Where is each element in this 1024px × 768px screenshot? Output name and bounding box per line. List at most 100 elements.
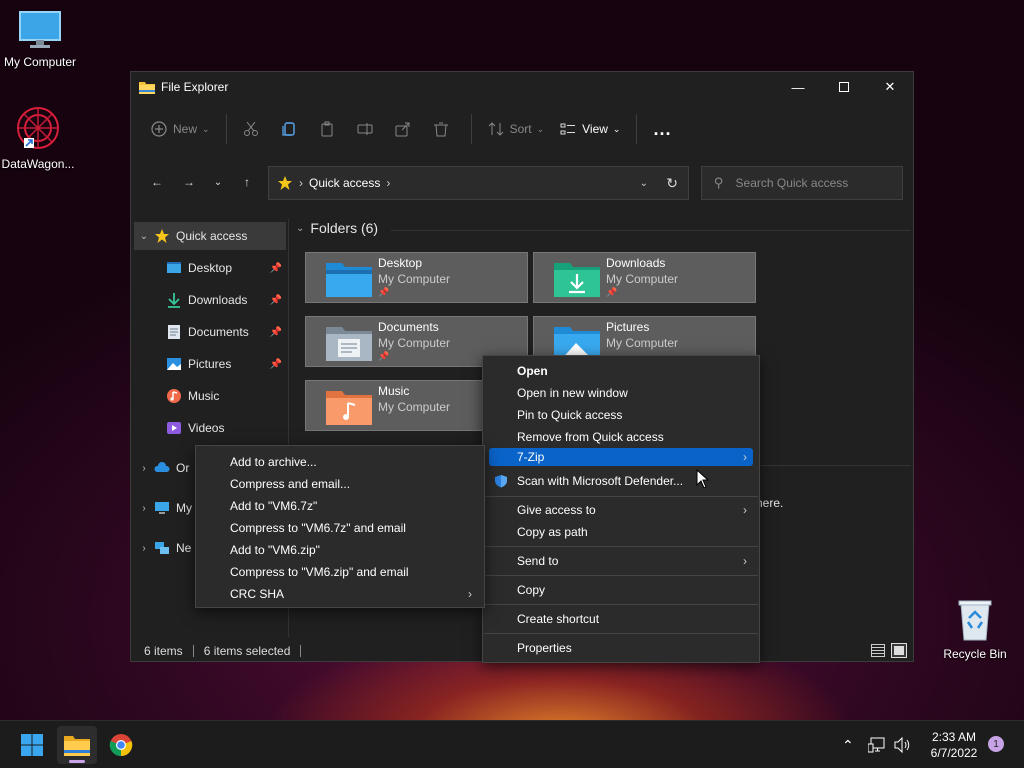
menu-item-label: Remove from Quick access xyxy=(517,429,664,444)
maximize-button[interactable] xyxy=(821,72,867,102)
menu-item-properties[interactable]: Properties xyxy=(489,637,753,658)
sidebar-item-desktop[interactable]: Desktop 📌 xyxy=(134,254,286,282)
folder-name: Pictures xyxy=(606,320,650,334)
new-button[interactable]: New ⌄ xyxy=(143,113,218,145)
arrow-up-icon: ↑ xyxy=(244,175,250,189)
menu-item-pin-quick-access[interactable]: Pin to Quick access xyxy=(489,404,753,425)
sidebar-item-label: Downloads xyxy=(188,293,248,307)
star-icon xyxy=(155,229,169,243)
cut-button[interactable] xyxy=(235,113,273,145)
shield-icon xyxy=(495,474,507,487)
more-options-button[interactable]: ... xyxy=(645,113,679,145)
menu-item-label: Pin to Quick access xyxy=(517,407,623,422)
menu-item-label: Copy xyxy=(517,582,546,597)
tiles-view-button[interactable] xyxy=(891,643,907,658)
menu-item-scan-defender[interactable]: Scan with Microsoft Defender... xyxy=(489,470,753,491)
menu-item-open-new-window[interactable]: Open in new window xyxy=(489,382,753,403)
menu-item-crc-sha[interactable]: CRC SHA › xyxy=(202,583,478,604)
folder-tile-desktop[interactable]: Desktop My Computer 📌 xyxy=(305,252,528,303)
close-button[interactable]: ✕ xyxy=(867,72,913,102)
back-button[interactable]: ← xyxy=(141,166,173,198)
search-box[interactable]: ⚲ xyxy=(701,166,903,200)
network-status-icon[interactable] xyxy=(868,737,886,753)
search-input[interactable] xyxy=(735,176,886,190)
menu-item-compress-7z-email[interactable]: Compress to "VM6.7z" and email xyxy=(202,517,478,538)
clock[interactable]: 2:33 AM 6/7/2022 xyxy=(920,729,988,761)
notification-badge[interactable]: 1 xyxy=(988,736,1004,752)
address-dropdown-button[interactable]: ⌄ xyxy=(640,178,648,189)
menu-item-remove-quick-access[interactable]: Remove from Quick access xyxy=(489,426,753,447)
delete-button[interactable] xyxy=(425,113,463,145)
sidebar-item-documents[interactable]: Documents 📌 xyxy=(134,318,286,346)
folder-name: Music xyxy=(378,384,410,398)
view-label: View xyxy=(582,122,608,136)
desktop-icon-my-computer[interactable]: My Computer xyxy=(0,10,80,69)
menu-item-compress-zip-email[interactable]: Compress to "VM6.zip" and email xyxy=(202,561,478,582)
view-button[interactable]: View ⌄ xyxy=(552,113,628,145)
desktop-icon-label: My Computer xyxy=(3,55,77,69)
copy-button[interactable] xyxy=(273,113,311,145)
desktop-icon-label: Recycle Bin xyxy=(943,647,1007,661)
menu-item-give-access[interactable]: Give access to › xyxy=(489,499,753,520)
menu-item-create-shortcut[interactable]: Create shortcut xyxy=(489,608,753,629)
details-view-button[interactable] xyxy=(871,644,885,657)
sidebar-item-videos[interactable]: Videos xyxy=(134,414,286,442)
more-icon: ... xyxy=(653,118,672,139)
sort-button[interactable]: Sort ⌄ xyxy=(480,113,553,145)
refresh-button[interactable]: ↻ xyxy=(666,175,678,192)
sidebar-item-pictures[interactable]: Pictures 📌 xyxy=(134,350,286,378)
clock-date: 6/7/2022 xyxy=(930,746,978,760)
menu-item-open[interactable]: Open xyxy=(489,360,753,381)
taskbar-file-explorer[interactable] xyxy=(57,726,97,764)
folder-location: My Computer xyxy=(606,272,679,286)
chevron-down-icon[interactable]: ⌄ xyxy=(134,231,154,242)
menu-item-label: Compress to "VM6.7z" and email xyxy=(230,520,406,535)
menu-item-send-to[interactable]: Send to › xyxy=(489,550,753,571)
monitor-icon xyxy=(19,11,61,48)
rename-icon xyxy=(357,123,373,135)
menu-item-add-to-7z[interactable]: Add to "VM6.7z" xyxy=(202,495,478,516)
desktop-folder-icon xyxy=(326,263,372,297)
sidebar-item-music[interactable]: Music xyxy=(134,382,286,410)
up-button[interactable]: ↑ xyxy=(231,166,263,198)
desktop-icon-datawagon[interactable]: DataWagon... xyxy=(0,104,78,171)
menu-item-compress-email[interactable]: Compress and email... xyxy=(202,473,478,494)
start-button[interactable] xyxy=(12,726,52,764)
folder-name: Downloads xyxy=(606,256,666,270)
menu-item-copy-as-path[interactable]: Copy as path xyxy=(489,521,753,542)
video-icon xyxy=(167,422,181,434)
download-icon xyxy=(168,293,180,308)
chevron-right-icon[interactable]: › xyxy=(134,543,154,554)
share-button[interactable] xyxy=(387,113,425,145)
copy-icon xyxy=(281,122,295,136)
desktop-icon-recycle-bin[interactable]: Recycle Bin xyxy=(935,598,1015,661)
forward-button[interactable]: → xyxy=(173,166,205,198)
sidebar-item-label: Videos xyxy=(188,421,225,435)
menu-item-7zip[interactable]: 7-Zip › xyxy=(489,448,753,466)
music-icon xyxy=(167,389,181,403)
address-bar[interactable]: › Quick access › ⌄ ↻ xyxy=(268,166,689,200)
title-bar[interactable]: File Explorer — ✕ xyxy=(131,72,913,102)
show-hidden-icons-button[interactable]: ⌃ xyxy=(842,737,854,754)
chevron-right-icon[interactable]: › xyxy=(134,503,154,514)
minimize-button[interactable]: — xyxy=(775,72,821,102)
menu-item-add-to-archive[interactable]: Add to archive... xyxy=(202,451,478,472)
menu-item-copy[interactable]: Copy xyxy=(489,579,753,600)
recent-locations-button[interactable]: ⌄ xyxy=(205,166,231,198)
folder-location: My Computer xyxy=(606,336,679,350)
folders-section-header[interactable]: ⌄ Folders (6) xyxy=(296,220,378,236)
folder-tile-downloads[interactable]: Downloads My Computer 📌 xyxy=(533,252,756,303)
taskbar-chrome[interactable] xyxy=(101,726,141,764)
document-icon xyxy=(168,325,180,339)
rename-button[interactable] xyxy=(349,113,387,145)
maximize-icon xyxy=(839,82,849,92)
breadcrumb-quick-access[interactable]: Quick access xyxy=(309,176,380,190)
sidebar-item-downloads[interactable]: Downloads 📌 xyxy=(134,286,286,314)
trash-icon xyxy=(433,122,448,137)
volume-icon[interactable] xyxy=(894,737,912,753)
chevron-right-icon[interactable]: › xyxy=(134,463,154,474)
selected-count: 6 items selected xyxy=(203,644,291,658)
sidebar-item-quick-access[interactable]: ⌄ Quick access xyxy=(134,222,286,250)
menu-item-add-to-zip[interactable]: Add to "VM6.zip" xyxy=(202,539,478,560)
paste-button[interactable] xyxy=(311,113,349,145)
